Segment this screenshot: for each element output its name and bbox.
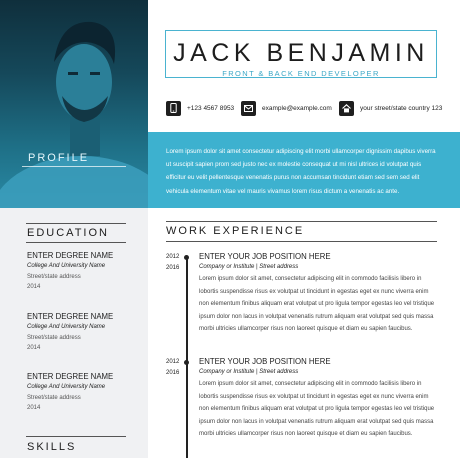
skills-top-rule — [26, 436, 126, 437]
job-description: Lorem ipsum dolor sit amet, consectetur … — [199, 276, 435, 333]
timeline-dot — [184, 360, 189, 365]
email-text: example@example.com — [262, 104, 332, 112]
job-description: Lorem ipsum dolor sit amet, consectetur … — [199, 381, 435, 438]
contact-email: example@example.com — [241, 99, 332, 117]
experience-bottom-rule — [166, 241, 437, 242]
degree-name: ENTER DEGREE NAME — [27, 251, 114, 260]
education-item: ENTER DEGREE NAME College And University… — [27, 312, 142, 351]
education-heading: EDUCATION — [27, 227, 109, 239]
experience-top-rule — [166, 221, 437, 222]
university-name: College And University Name — [27, 324, 106, 330]
education-item: ENTER DEGREE NAME College And University… — [27, 372, 142, 411]
university-name: College And University Name — [27, 384, 106, 390]
education-top-rule — [26, 223, 126, 224]
contact-phone: +123 4567 8953 — [166, 99, 234, 117]
job-position: ENTER YOUR JOB POSITION HERE — [199, 357, 331, 366]
education-bottom-rule — [26, 242, 126, 243]
university-address: Street/state address — [27, 395, 81, 401]
job-entry: ENTER YOUR JOB POSITION HERE Company or … — [199, 252, 439, 336]
job-years: 2012 2016 — [166, 357, 179, 379]
job-company: Company or Institute | Street address — [199, 264, 299, 270]
address-text: your street/state country 123 — [360, 104, 443, 112]
job-end-year: 2016 — [166, 370, 180, 376]
job-start-year: 2012 — [166, 359, 180, 365]
profile-heading: PROFILE — [28, 152, 90, 164]
job-position: ENTER YOUR JOB POSITION HERE — [199, 252, 331, 261]
experience-heading: WORK EXPERIENCE — [166, 225, 305, 237]
graduation-year: 2014 — [27, 405, 41, 411]
phone-icon — [166, 100, 181, 116]
candidate-role: FRONT & BACK END DEVELOPER — [222, 69, 380, 78]
profile-text: Lorem ipsum dolor sit amet consectetur a… — [166, 148, 436, 195]
graduation-year: 2014 — [27, 345, 41, 351]
home-icon — [339, 100, 354, 116]
profile-divider — [22, 166, 126, 167]
job-entry: ENTER YOUR JOB POSITION HERE Company or … — [199, 357, 439, 441]
job-start-year: 2012 — [166, 254, 180, 260]
university-address: Street/state address — [27, 274, 81, 280]
profile-photo — [0, 0, 148, 208]
candidate-name: JACK BENJAMIN — [173, 39, 429, 67]
timeline-line — [186, 258, 188, 458]
job-years: 2012 2016 — [166, 252, 179, 274]
job-end-year: 2016 — [166, 265, 180, 271]
graduation-year: 2014 — [27, 284, 41, 290]
portrait-illustration — [0, 21, 148, 208]
university-address: Street/state address — [27, 335, 81, 341]
degree-name: ENTER DEGREE NAME — [27, 312, 114, 321]
mail-icon — [241, 100, 256, 116]
phone-text: +123 4567 8953 — [187, 104, 235, 112]
job-company: Company or Institute | Street address — [199, 369, 299, 375]
skills-heading: SKILLS — [27, 441, 77, 453]
education-item: ENTER DEGREE NAME College And University… — [27, 251, 142, 290]
contact-address: your street/state country 123 — [339, 99, 442, 117]
university-name: College And University Name — [27, 263, 106, 269]
degree-name: ENTER DEGREE NAME — [27, 372, 114, 381]
timeline-dot — [184, 255, 189, 260]
